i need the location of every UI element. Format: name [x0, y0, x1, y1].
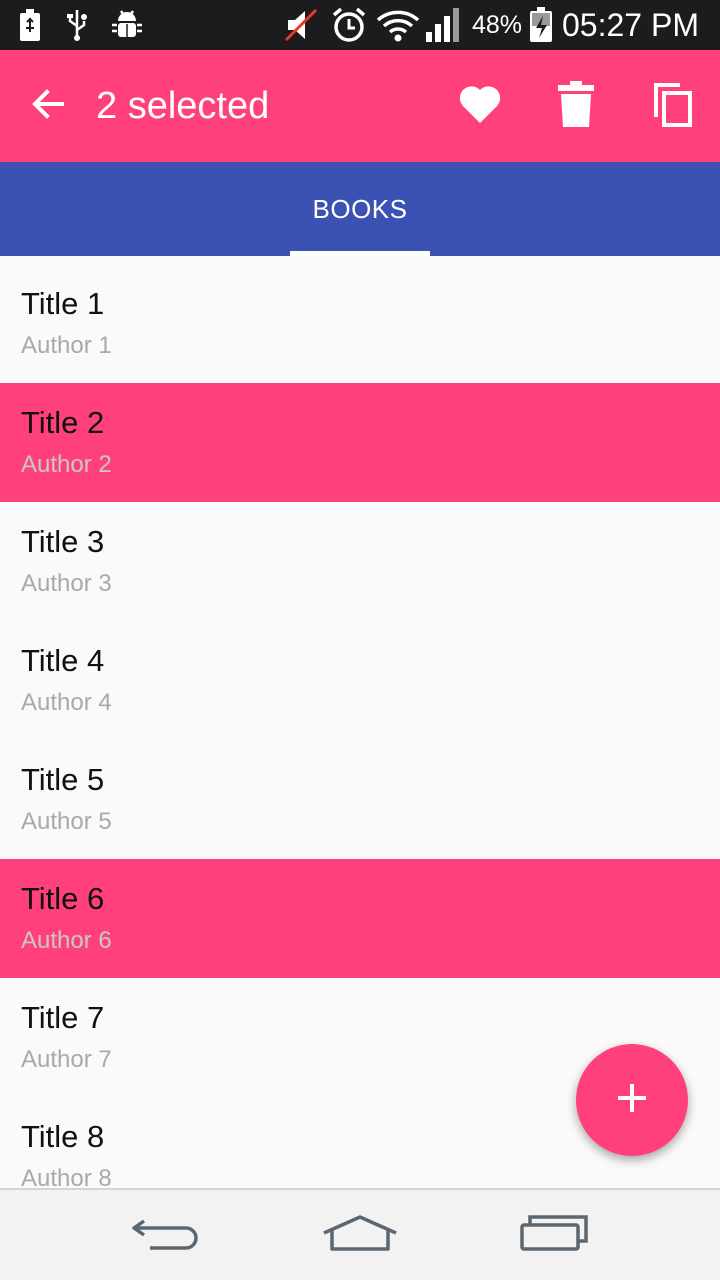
battery-charging-icon — [528, 0, 554, 50]
nav-home-button[interactable] — [300, 1190, 420, 1280]
usb-icon — [66, 0, 88, 50]
selection-count-title: 2 selected — [96, 85, 270, 127]
book-title: Title 6 — [21, 881, 105, 916]
list-item[interactable]: Title 1 Author 1 — [0, 264, 720, 383]
wifi-icon — [376, 0, 420, 50]
book-author: Author 5 — [21, 808, 112, 835]
tab-indicator — [290, 251, 430, 256]
status-time: 05:27 PM — [562, 7, 699, 43]
book-author: Author 2 — [21, 451, 112, 478]
list-item[interactable]: Title 5 Author 5 — [0, 740, 720, 859]
book-author: Author 4 — [21, 689, 112, 716]
home-icon — [320, 1213, 400, 1258]
alarm-icon — [330, 0, 368, 50]
add-book-button[interactable] — [576, 1044, 688, 1156]
status-bar: 48% 05:27 PM — [0, 0, 720, 50]
heart-icon — [458, 84, 502, 129]
battery-saver-icon — [18, 0, 42, 50]
favorite-button[interactable] — [448, 50, 512, 162]
back-button[interactable] — [18, 50, 78, 162]
nav-back-icon — [130, 1213, 200, 1258]
contextual-action-bar: 2 selected — [0, 50, 720, 162]
delete-button[interactable] — [544, 50, 608, 162]
book-author: Author 1 — [21, 332, 112, 359]
list-item[interactable]: Title 3 Author 3 — [0, 502, 720, 621]
plus-icon — [616, 1082, 648, 1119]
book-title: Title 5 — [21, 762, 105, 797]
list-item[interactable]: Title 6 Author 6 — [0, 859, 720, 978]
battery-percent: 48% — [472, 11, 523, 39]
book-title: Title 4 — [21, 643, 105, 678]
back-arrow-icon — [30, 86, 66, 127]
copy-button[interactable] — [640, 50, 704, 162]
android-debug-icon — [110, 0, 144, 50]
book-title: Title 1 — [21, 286, 105, 321]
book-author: Author 6 — [21, 927, 112, 954]
tab-books[interactable]: BOOKS — [290, 162, 430, 256]
book-author: Author 8 — [21, 1165, 112, 1188]
book-title: Title 7 — [21, 1000, 105, 1035]
book-title: Title 8 — [21, 1119, 105, 1154]
copy-icon — [652, 81, 692, 132]
tab-bar: BOOKS — [0, 162, 720, 256]
trash-icon — [558, 80, 594, 132]
list-item[interactable]: Title 4 Author 4 — [0, 621, 720, 740]
tab-books-label: BOOKS — [312, 193, 408, 224]
mute-icon — [284, 0, 318, 50]
nav-recents-button[interactable] — [494, 1190, 614, 1280]
book-title: Title 3 — [21, 524, 105, 559]
system-nav-bar — [0, 1188, 720, 1280]
book-author: Author 7 — [21, 1046, 112, 1073]
signal-icon — [424, 0, 464, 50]
book-author: Author 3 — [21, 570, 112, 597]
nav-back-button[interactable] — [105, 1190, 225, 1280]
recents-icon — [518, 1213, 590, 1258]
book-title: Title 2 — [21, 405, 105, 440]
list-item[interactable]: Title 2 Author 2 — [0, 383, 720, 502]
